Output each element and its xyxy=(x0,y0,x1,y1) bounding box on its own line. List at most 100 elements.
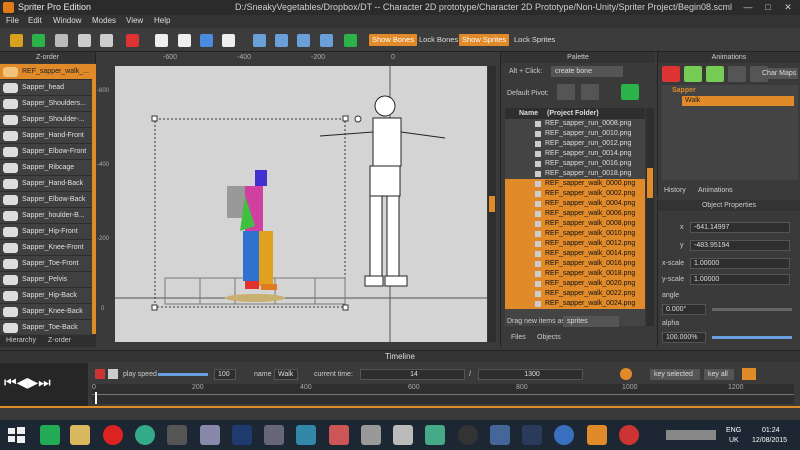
layout-icon[interactable] xyxy=(253,34,266,47)
new-file-icon[interactable] xyxy=(155,34,168,47)
alt-click-select[interactable]: create bone xyxy=(551,66,623,77)
open-file-icon[interactable] xyxy=(178,34,191,47)
lock-bones-toggle[interactable]: Lock Bones xyxy=(416,34,461,46)
app-icon[interactable] xyxy=(361,425,381,445)
screen-icon[interactable] xyxy=(320,34,333,47)
playhead[interactable] xyxy=(95,392,97,404)
file-item[interactable]: REF_sapper_walk_0004.png xyxy=(505,199,645,209)
file-item[interactable]: REF_sapper_run_0016.png xyxy=(505,159,645,169)
app-icon[interactable] xyxy=(393,425,413,445)
file-item[interactable]: REF_sapper_walk_0012.png xyxy=(505,239,645,249)
tab-animations[interactable]: Animations xyxy=(698,187,733,194)
angle-slider[interactable] xyxy=(712,308,792,311)
opera-icon[interactable] xyxy=(103,425,123,445)
play-speed-slider[interactable] xyxy=(158,373,208,376)
undo-icon[interactable] xyxy=(10,34,23,47)
canvas-scrollbar[interactable] xyxy=(488,66,496,342)
close-button[interactable]: ✕ xyxy=(778,1,798,13)
animation-walk[interactable]: Walk xyxy=(682,96,794,106)
menu-edit[interactable]: Edit xyxy=(28,16,42,25)
file-item[interactable]: REF_sapper_run_0014.png xyxy=(505,149,645,159)
zorder-item[interactable]: Sapper_Knee-Front xyxy=(0,240,92,256)
file-item[interactable]: REF_sapper_run_0010.png xyxy=(505,129,645,139)
file-item[interactable]: REF_sapper_walk_0024.png xyxy=(505,299,645,309)
refresh-icon[interactable] xyxy=(621,84,639,100)
zorder-item[interactable]: Sapper_Elbow-Front xyxy=(0,144,92,160)
zorder-item[interactable]: Sapper_head xyxy=(0,80,92,96)
app-icon[interactable] xyxy=(619,425,639,445)
record-icon[interactable] xyxy=(95,369,105,379)
file-item[interactable]: REF_sapper_walk_0010.png xyxy=(505,229,645,239)
clock-time[interactable]: 01:24 xyxy=(762,427,780,434)
file-item[interactable]: REF_sapper_walk_0008.png xyxy=(505,219,645,229)
layout-split-icon[interactable] xyxy=(275,34,288,47)
tab-objects[interactable]: Objects xyxy=(537,334,561,341)
zorder-item[interactable]: Sapper_Toe-Front xyxy=(0,256,92,272)
add-entity-icon[interactable] xyxy=(684,66,702,82)
menu-file[interactable]: File xyxy=(6,16,19,25)
zorder-item[interactable]: Sapper_Hip-Back xyxy=(0,288,92,304)
file-list-scrollbar[interactable] xyxy=(646,108,654,326)
file-item[interactable]: REF_sapper_walk_0020.png xyxy=(505,279,645,289)
tab-history[interactable]: History xyxy=(664,187,686,194)
file-item[interactable]: REF_sapper_walk_0016.png xyxy=(505,259,645,269)
zorder-item[interactable]: Sapper_Hand-Back xyxy=(0,176,92,192)
add-animation-icon[interactable] xyxy=(706,66,724,82)
delete-animation-icon[interactable] xyxy=(662,66,680,82)
file-item[interactable]: REF_sapper_walk_0014.png xyxy=(505,249,645,259)
menu-window[interactable]: Window xyxy=(53,16,81,25)
file-item[interactable]: REF_sapper_walk_0018.png xyxy=(505,269,645,279)
minimize-button[interactable]: — xyxy=(738,1,758,13)
app-icon[interactable] xyxy=(40,425,60,445)
app-icon[interactable] xyxy=(200,425,220,445)
photoshop-icon[interactable] xyxy=(232,425,252,445)
copy-icon[interactable] xyxy=(78,34,91,47)
tray-icons[interactable] xyxy=(666,430,716,440)
zorder-item[interactable]: Sapper_Hip-Front xyxy=(0,224,92,240)
zorder-item[interactable]: Sapper_Pelvis xyxy=(0,272,92,288)
scrollbar-thumb[interactable] xyxy=(489,196,495,212)
file-explorer-icon[interactable] xyxy=(70,425,90,445)
app-icon[interactable] xyxy=(522,425,542,445)
cut-icon[interactable] xyxy=(55,34,68,47)
zorder-item[interactable]: Sapper_Shoulder-... xyxy=(0,112,92,128)
file-item[interactable]: REF_sapper_run_0008.png xyxy=(505,119,645,129)
show-sprites-toggle[interactable]: Show Sprites xyxy=(459,34,510,46)
zorder-item[interactable]: Sapper_Toe-Back xyxy=(0,320,92,334)
pivot-paste-icon[interactable] xyxy=(581,84,599,100)
drag-items-select[interactable]: sprites xyxy=(563,316,619,327)
zorder-item[interactable]: Sapper_Knee-Back xyxy=(0,304,92,320)
app-icon[interactable] xyxy=(425,425,445,445)
alpha-field[interactable]: 100.000% xyxy=(662,332,706,343)
transport-icons[interactable]: ⏮◀▶⏭ xyxy=(4,375,51,391)
show-bones-toggle[interactable]: Show Bones xyxy=(369,34,418,46)
keyframe-icon[interactable] xyxy=(620,368,632,380)
file-item[interactable]: REF_sapper_walk_0022.png xyxy=(505,289,645,299)
tab-hierarchy[interactable]: Hierarchy xyxy=(6,337,36,344)
animation-stage[interactable] xyxy=(115,66,487,342)
app-icon[interactable] xyxy=(296,425,316,445)
menu-help[interactable]: Help xyxy=(154,16,170,25)
tab-files[interactable]: Files xyxy=(511,334,526,341)
zorder-item[interactable]: Sapper_Elbow-Back xyxy=(0,192,92,208)
paste-icon[interactable] xyxy=(100,34,113,47)
language-indicator[interactable]: ENG xyxy=(726,427,741,434)
key-selected-button[interactable]: key selected xyxy=(650,369,700,380)
unity-icon[interactable] xyxy=(167,425,187,445)
loop-icon[interactable] xyxy=(108,369,118,379)
duplicate-icon[interactable] xyxy=(728,66,746,82)
zorder-item[interactable]: REF_sapper_walk_... xyxy=(0,64,92,80)
save-icon[interactable] xyxy=(200,34,213,47)
zorder-item[interactable]: Sapper_Ribcage xyxy=(0,160,92,176)
fit-view-icon[interactable] xyxy=(344,34,357,47)
chrome-icon[interactable] xyxy=(135,425,155,445)
sound-icon[interactable] xyxy=(742,368,756,380)
timeline-track[interactable]: 0 200 400 600 800 1000 1200 xyxy=(92,384,794,404)
file-item[interactable]: REF_sapper_run_0018.png xyxy=(505,169,645,179)
file-item[interactable]: REF_sapper_run_0012.png xyxy=(505,139,645,149)
app-icon[interactable] xyxy=(490,425,510,445)
char-maps-button[interactable]: Char Maps xyxy=(758,68,798,79)
app-icon[interactable] xyxy=(554,425,574,445)
current-time-field[interactable]: 14 xyxy=(360,369,465,380)
lock-sprites-toggle[interactable]: Lock Sprites xyxy=(511,34,558,46)
